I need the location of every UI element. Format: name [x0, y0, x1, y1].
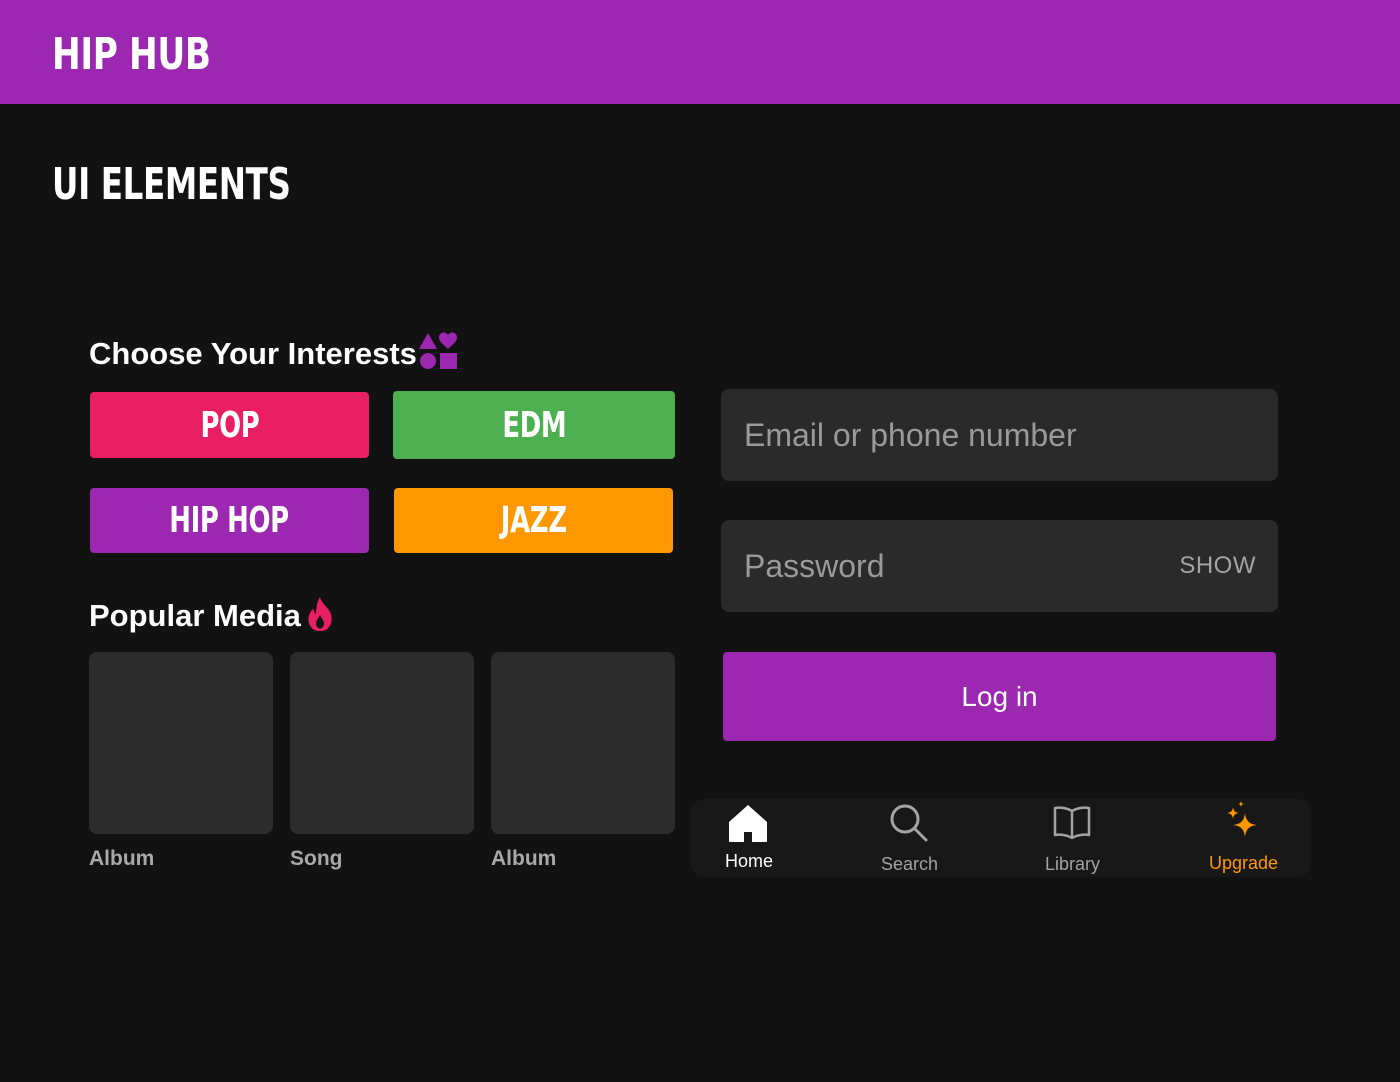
- interest-chip-jazz[interactable]: JAZZ: [394, 488, 673, 553]
- brand-logo[interactable]: HIP HUB: [52, 30, 211, 80]
- popular-media-heading: Popular Media: [89, 598, 301, 633]
- nav-label-library: Library: [1045, 854, 1101, 874]
- interest-chip-label: POP: [200, 404, 259, 446]
- interest-chip-pop[interactable]: POP: [90, 392, 369, 458]
- fire-icon: [308, 597, 332, 632]
- search-icon: [890, 804, 928, 842]
- nav-label-upgrade: Upgrade: [1209, 853, 1279, 873]
- email-field[interactable]: [721, 389, 1278, 481]
- library-icon: [1053, 806, 1091, 839]
- page-title: UI ELEMENTS: [52, 159, 291, 210]
- media-label: Song: [290, 847, 343, 870]
- interest-chip-label: HIP HOP: [169, 500, 290, 541]
- bottom-nav: Home Search Library Upgrade: [690, 799, 1311, 877]
- sparkle-icon: [1227, 801, 1257, 837]
- home-icon: [729, 805, 767, 842]
- media-card-album-1[interactable]: [89, 652, 273, 834]
- media-label: Album: [491, 847, 557, 870]
- interest-chip-edm[interactable]: EDM: [393, 391, 675, 459]
- nav-label-home: Home: [725, 851, 774, 871]
- nav-item-library[interactable]: Library: [1010, 799, 1130, 877]
- interest-chip-hip-hop[interactable]: HIP HOP: [90, 488, 369, 553]
- login-button[interactable]: Log in: [723, 652, 1276, 741]
- app-header: HIP HUB: [0, 0, 1400, 104]
- media-label: Album: [89, 847, 155, 870]
- shapes-icon: [419, 332, 457, 369]
- interest-chip-label: EDM: [502, 404, 566, 446]
- nav-label-search: Search: [881, 854, 939, 874]
- show-password-button[interactable]: SHOW: [1179, 552, 1256, 580]
- media-card-song[interactable]: [290, 652, 474, 834]
- media-card-album-2[interactable]: [491, 652, 675, 834]
- nav-item-search[interactable]: Search: [850, 799, 970, 877]
- password-field-container: SHOW: [721, 520, 1278, 612]
- email-field-container: [721, 389, 1278, 481]
- interest-chip-label: JAZZ: [500, 500, 567, 541]
- interests-heading: Choose Your Interests: [89, 336, 417, 371]
- nav-item-home[interactable]: Home: [690, 799, 808, 877]
- nav-item-upgrade[interactable]: Upgrade: [1190, 799, 1311, 877]
